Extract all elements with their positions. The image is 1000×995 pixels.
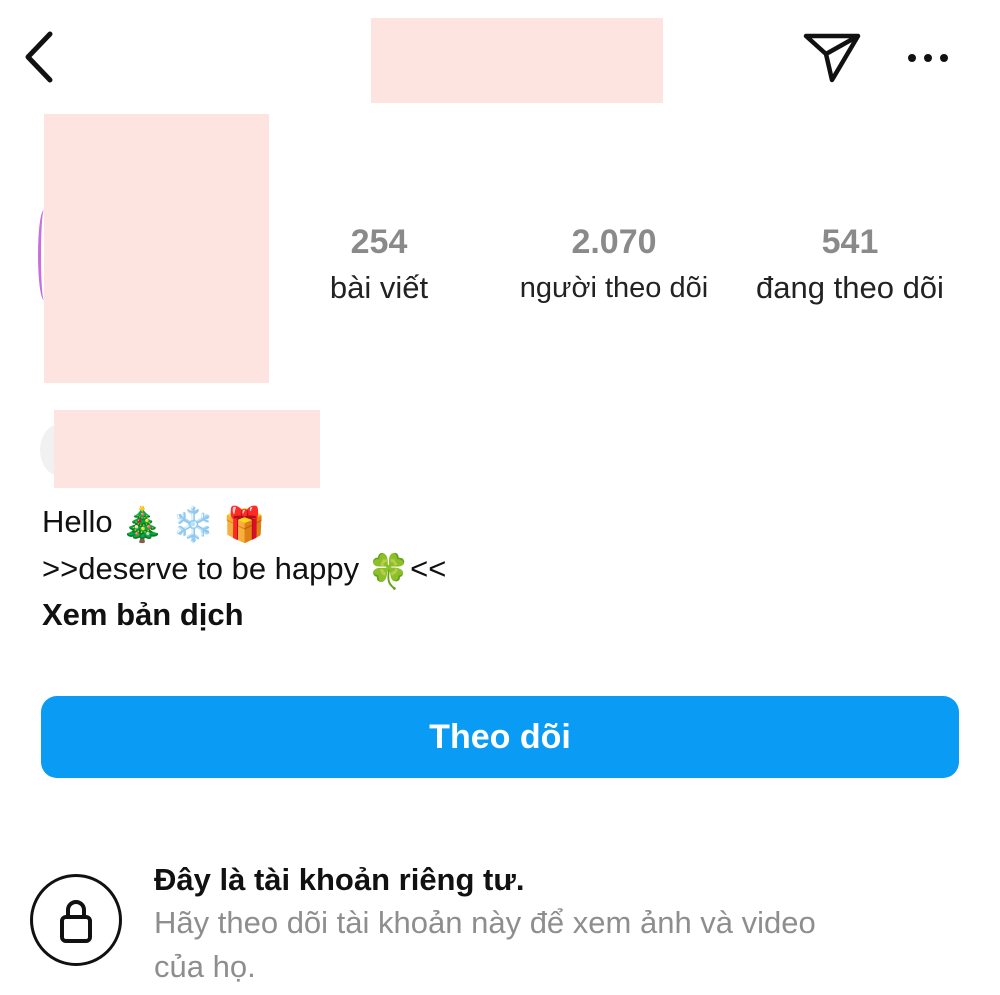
following-label: đang theo dõi bbox=[756, 270, 944, 305]
more-options-button[interactable] bbox=[904, 44, 952, 72]
bio-line-1: Hello 🎄 ❄️ 🎁 bbox=[42, 499, 266, 548]
christmas-tree-icon: 🎄 bbox=[121, 506, 164, 544]
four-leaf-clover-icon: 🍀 bbox=[367, 553, 411, 591]
private-account-title: Đây là tài khoản riêng tư. bbox=[154, 862, 525, 897]
lock-circle bbox=[30, 874, 122, 966]
snowflake-icon: ❄️ bbox=[172, 506, 215, 544]
private-account-description-line-1: Hãy theo dõi tài khoản này để xem ảnh và… bbox=[154, 905, 816, 940]
followers-label: người theo dõi bbox=[519, 272, 709, 304]
follow-button[interactable]: Theo dõi bbox=[41, 696, 959, 778]
following-count: 541 bbox=[821, 223, 879, 261]
direct-message-button[interactable] bbox=[800, 28, 864, 84]
gift-icon: 🎁 bbox=[223, 506, 266, 544]
bio-tagline-text: >>deserve to be happy bbox=[42, 551, 360, 586]
chevron-left-icon bbox=[25, 31, 53, 83]
bio-hello-text: Hello bbox=[42, 504, 113, 539]
lock-icon bbox=[60, 900, 92, 943]
posts-stat[interactable]: 254 bài viết bbox=[259, 222, 499, 308]
more-horizontal-icon bbox=[908, 54, 948, 62]
bio-line-2: >>deserve to be happy 🍀<< bbox=[42, 546, 446, 595]
avatar[interactable] bbox=[44, 114, 269, 383]
following-stat[interactable]: 541 đang theo dõi bbox=[730, 222, 970, 308]
followers-count: 2.070 bbox=[571, 223, 657, 261]
followers-stat[interactable]: 2.070 người theo dõi bbox=[494, 222, 734, 308]
see-translation-link[interactable]: Xem bản dịch bbox=[42, 592, 244, 638]
private-account-description-line-2: của họ. bbox=[154, 949, 256, 984]
posts-count: 254 bbox=[350, 223, 408, 261]
posts-label: bài viết bbox=[329, 270, 429, 305]
back-button[interactable] bbox=[18, 28, 62, 86]
bio-tagline-suffix: << bbox=[410, 551, 447, 586]
username-title bbox=[371, 18, 663, 103]
paper-plane-icon bbox=[803, 33, 861, 83]
display-name bbox=[54, 410, 320, 488]
